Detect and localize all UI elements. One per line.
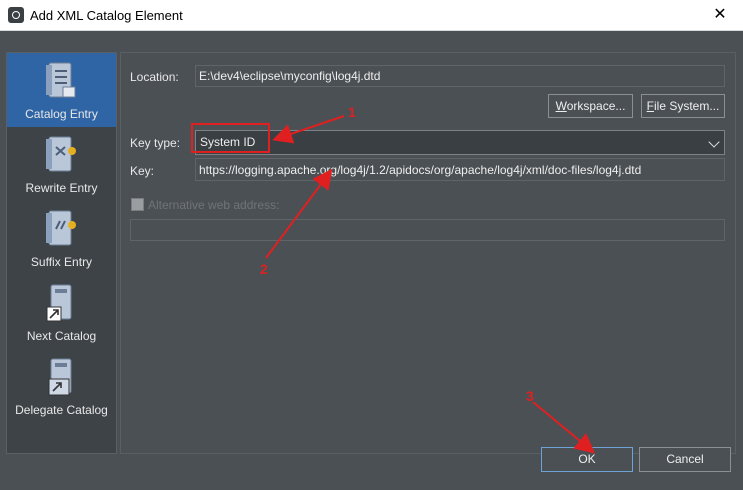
workspace-button-label: orkspace... bbox=[566, 99, 626, 113]
app-icon bbox=[8, 7, 24, 23]
sidebar-item-label: Next Catalog bbox=[26, 329, 97, 343]
workspace-button[interactable]: Workspace... bbox=[548, 94, 633, 118]
title-bar: Add XML Catalog Element ✕ bbox=[0, 0, 743, 31]
ok-button[interactable]: OK bbox=[541, 447, 633, 472]
alt-web-label: Alternative web address: bbox=[148, 198, 280, 212]
annotation-number-1: 1 bbox=[348, 104, 356, 120]
location-label: Location: bbox=[130, 70, 179, 84]
sidebar-item-label: Delegate Catalog bbox=[15, 403, 108, 417]
sidebar-item-suffix-entry[interactable]: Suffix Entry bbox=[7, 201, 116, 275]
key-label: Key: bbox=[130, 164, 155, 178]
annotation-number-2: 2 bbox=[260, 261, 268, 277]
window-title: Add XML Catalog Element bbox=[30, 8, 183, 23]
catalog-entry-icon bbox=[46, 62, 76, 98]
annotation-box-key-type bbox=[191, 123, 270, 153]
rewrite-entry-icon bbox=[46, 136, 76, 172]
sidebar-item-catalog-entry[interactable]: Catalog Entry bbox=[7, 53, 116, 127]
sidebar-item-label: Suffix Entry bbox=[30, 255, 93, 269]
workspace-mnemonic: W bbox=[555, 99, 567, 113]
close-button[interactable]: ✕ bbox=[697, 0, 743, 31]
alt-web-input[interactable] bbox=[130, 219, 725, 241]
dialog-body: Catalog Entry Rewrite Entry Suffix Entry bbox=[0, 31, 743, 490]
sidebar-item-label: Rewrite Entry bbox=[25, 181, 98, 195]
cancel-button[interactable]: Cancel bbox=[639, 447, 731, 472]
entry-form-panel: Location: E:\dev4\eclipse\myconfig\log4j… bbox=[120, 52, 736, 454]
file-system-button[interactable]: File System... bbox=[641, 94, 725, 118]
delegate-catalog-icon bbox=[48, 358, 72, 396]
sidebar-item-next-catalog[interactable]: Next Catalog bbox=[7, 275, 116, 349]
file-system-mnemonic: F bbox=[646, 99, 654, 113]
chevron-down-icon bbox=[708, 136, 720, 148]
key-type-label: Key type: bbox=[130, 136, 181, 150]
key-type-select[interactable]: System ID bbox=[195, 130, 725, 155]
sidebar-item-rewrite-entry[interactable]: Rewrite Entry bbox=[7, 127, 116, 201]
suffix-entry-icon bbox=[46, 210, 76, 246]
file-system-button-label: ile System... bbox=[653, 99, 720, 113]
alt-web-checkbox[interactable] bbox=[131, 198, 144, 211]
next-catalog-icon bbox=[46, 284, 72, 322]
annotation-number-3: 3 bbox=[526, 388, 534, 404]
location-field[interactable]: E:\dev4\eclipse\myconfig\log4j.dtd bbox=[195, 65, 725, 87]
sidebar-item-label: Catalog Entry bbox=[25, 107, 98, 121]
sidebar-item-delegate-catalog[interactable]: Delegate Catalog bbox=[7, 349, 116, 423]
entry-type-sidebar: Catalog Entry Rewrite Entry Suffix Entry bbox=[6, 52, 117, 454]
key-input[interactable]: https://logging.apache.org/log4j/1.2/api… bbox=[195, 158, 725, 181]
